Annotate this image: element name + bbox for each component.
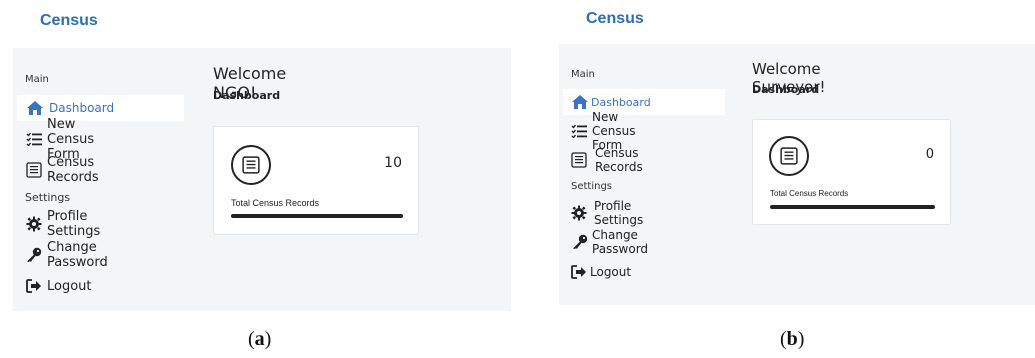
sidebar-item-label: Logout (590, 265, 632, 279)
checklist-icon (571, 124, 587, 138)
records-icon (571, 152, 587, 168)
page-title: Dashboard (213, 89, 281, 102)
records-count: 10 (384, 155, 402, 171)
sidebar-item-change-password[interactable]: Change Password (26, 240, 108, 270)
sidebar-item-profile-settings[interactable]: Profile Settings (26, 209, 100, 239)
records-label: Total Census Records (770, 189, 849, 198)
records-icon (231, 145, 271, 185)
records-icon (26, 162, 42, 178)
logout-icon (571, 265, 587, 279)
records-progress-bar (231, 214, 403, 218)
home-icon (26, 100, 44, 116)
home-icon (571, 94, 589, 110)
sidebar-item-label: Census Records (47, 155, 99, 185)
sidebar-item-logout[interactable]: Logout (571, 262, 631, 282)
sidebar-section-settings: Settings (25, 191, 71, 204)
sidebar-item-census-records[interactable]: Census Records (26, 155, 99, 185)
sidebar-item-census-records[interactable]: Census Records (571, 146, 643, 174)
sidebar-section-main: Main (571, 69, 595, 80)
sidebar-item-profile-settings[interactable]: Profile Settings (571, 199, 643, 227)
total-records-card: 0 Total Census Records (752, 119, 951, 225)
sidebar-section-settings: Settings (571, 181, 613, 192)
records-progress-bar (770, 205, 935, 209)
sidebar-item-dashboard[interactable]: Dashboard (563, 89, 725, 115)
records-icon (769, 136, 809, 176)
sidebar-item-label: Dashboard (49, 101, 115, 115)
sidebar-item-label: Change Password (592, 228, 649, 256)
sidebar-item-label: Census Records (595, 146, 643, 174)
sidebar-item-change-password[interactable]: Change Password (571, 228, 648, 256)
sidebar-item-new-census-form[interactable]: New Census Form (571, 110, 635, 152)
sidebar-item-logout[interactable]: Logout (26, 275, 92, 297)
sidebar-item-label: Logout (47, 278, 92, 294)
page-title: Dashboard (752, 83, 820, 96)
sidebar-item-label: Dashboard (591, 95, 651, 109)
records-count: 0 (925, 147, 934, 162)
sidebar-item-label: Profile Settings (47, 209, 101, 239)
key-icon (26, 247, 42, 263)
sidebar-item-label: Change Password (47, 240, 108, 270)
checklist-icon (26, 132, 42, 146)
figure-caption-b: (b) (780, 328, 805, 350)
sidebar-section-main: Main (25, 74, 49, 85)
sidebar-item-label: Profile Settings (594, 199, 644, 227)
logout-icon (26, 279, 42, 293)
sidebar-item-dashboard[interactable]: Dashboard (17, 95, 184, 121)
key-icon (571, 234, 589, 250)
brand-logo[interactable]: Census (586, 10, 644, 28)
sidebar-item-new-census-form[interactable]: New Census Form (26, 117, 94, 162)
gear-icon (26, 216, 42, 232)
total-records-card: 10 Total Census Records (213, 126, 419, 235)
gear-icon (571, 205, 587, 221)
brand-logo[interactable]: Census (40, 12, 98, 30)
figure-caption-a: (a) (248, 328, 272, 350)
records-label: Total Census Records (231, 198, 320, 208)
